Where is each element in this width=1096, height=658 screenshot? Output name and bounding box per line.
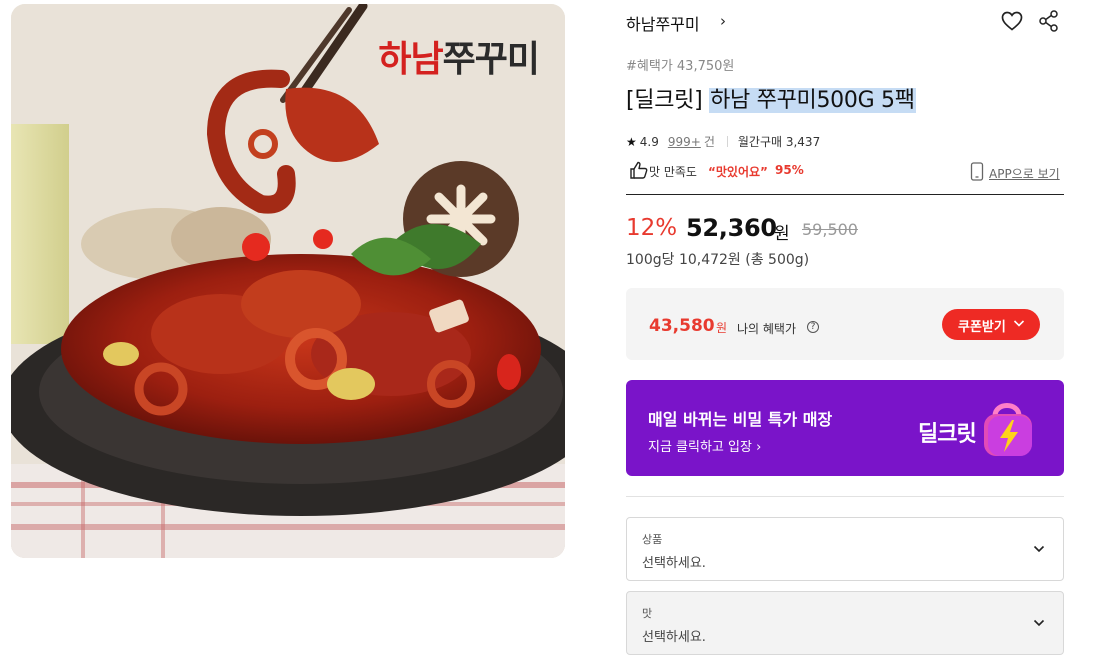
share-icon[interactable] [1038,9,1060,33]
sale-price: 52,360 [686,214,777,242]
get-coupon-button[interactable]: 쿠폰받기 [942,309,1040,340]
price-currency: 원 [774,224,790,244]
banner-subtitle: 지금 클릭하고 입장 › [648,440,762,455]
question-circle-icon[interactable]: ? [807,321,819,333]
title-highlighted-text: 하남 쭈꾸미500G 5팩 [709,88,916,113]
title-prefix: [딜크릿] [626,88,703,113]
rating-value: 4.9 [639,134,659,149]
benefit-label: 나의 혜택가 [737,322,797,336]
taste-label: 맛 만족도 [649,165,697,179]
banner-title: 매일 바뀌는 비밀 특가 매장 [648,410,833,429]
original-price: 59,500 [802,220,858,239]
taste-satisfaction-row: 맛 만족도 “맛있어요” 95% APP으로 보기 [626,160,1064,182]
review-unit: 건 [703,135,715,149]
brand-logo-dark: 쭈꾸미 [442,39,540,80]
separator [726,136,728,147]
option-label: 맛 [642,607,653,620]
shopping-bag-icon [984,403,1032,456]
product-info-panel: 하남쭈꾸미 › #혜택가 43,750원 [딜크릿] 하남 쭈꾸미500G 5팩… [626,0,1064,658]
chevron-down-icon [1033,545,1045,553]
chevron-down-icon [1013,320,1025,327]
heart-icon[interactable] [1000,9,1024,33]
brand-logo: 하남쭈꾸미 [378,30,540,82]
benefit-currency: 원 [716,321,728,335]
product-title: [딜크릿] 하남 쭈꾸미500G 5팩 [626,82,916,114]
star-icon: ★ [626,134,637,149]
discount-rate: 12% [626,215,678,241]
taste-quote: “맛있어요” [708,165,768,179]
dealcrit-logo: 딜크릿 [918,422,977,447]
option-value: 선택하세요. [642,630,706,645]
monthly-sales: 월간구매 3,437 [737,135,821,149]
option-select-product[interactable]: 상품 선택하세요. [626,517,1064,581]
chevron-right-icon[interactable]: › [720,12,726,30]
thumbs-up-icon [630,161,648,179]
benefit-price: 43,580 [649,316,715,336]
rating-row: ★ 4.9 999+ 건 월간구매 3,437 [626,133,820,150]
benefit-price-tag: #혜택가 43,750원 [626,59,735,74]
option-label: 상품 [642,533,663,546]
option-value: 선택하세요. [642,556,706,571]
divider [626,194,1064,195]
my-benefit-box: 43,580 원 나의 혜택가 ? 쿠폰받기 [626,288,1064,360]
option-select-flavor[interactable]: 맛 선택하세요. [626,591,1064,655]
store-row: 하남쭈꾸미 › [626,9,1064,35]
dealcrit-banner[interactable]: 매일 바뀌는 비밀 특가 매장 지금 클릭하고 입장 › 딜크릿 [626,380,1064,476]
product-image: 하남쭈꾸미 [11,4,565,558]
taste-percent: 95% [775,163,804,177]
smartphone-icon[interactable] [970,162,984,181]
view-in-app-link[interactable]: APP으로 보기 [989,165,1060,182]
review-count-link[interactable]: 999+ [668,135,701,149]
product-photo [11,4,565,558]
chevron-down-icon [1033,619,1045,627]
brand-logo-red: 하남 [378,39,443,80]
coupon-button-label: 쿠폰받기 [958,320,1006,335]
divider [626,496,1064,497]
unit-price: 100g당 10,472원 (총 500g) [626,252,810,268]
store-name-link[interactable]: 하남쭈꾸미 [626,11,700,35]
